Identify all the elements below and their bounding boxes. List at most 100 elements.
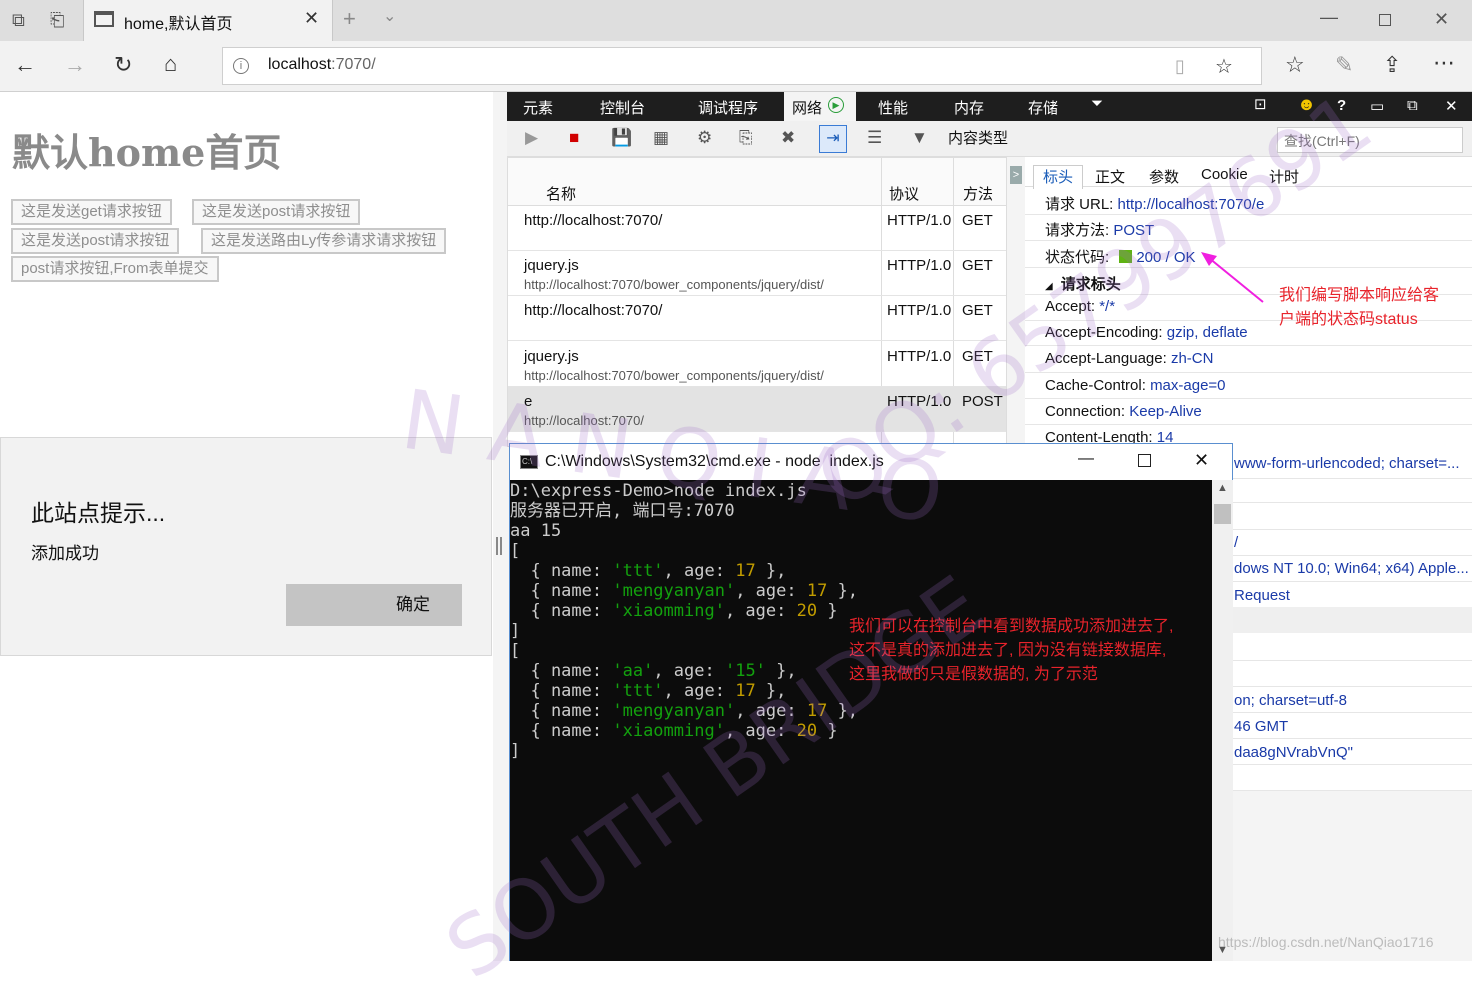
partial-header-value: on; charset=utf-8	[1234, 692, 1347, 709]
refresh-icon[interactable]: ↻	[114, 54, 132, 76]
cmd-maximize-icon[interactable]	[1138, 454, 1151, 467]
tab-storage[interactable]: 存储	[1028, 97, 1058, 118]
play-icon[interactable]: ▶	[525, 129, 538, 146]
console-scrollbar[interactable]: ▲ ▼	[1212, 480, 1233, 961]
stop-record-icon[interactable]: ■	[569, 129, 579, 146]
send-post-button[interactable]: 这是发送post请求按钮	[192, 199, 361, 225]
alert-dialog: 此站点提示... 添加成功 确定	[0, 437, 492, 656]
home-icon[interactable]: ⌂	[164, 53, 177, 75]
forward-icon[interactable]: →	[64, 54, 86, 76]
maximize-icon[interactable]	[1379, 14, 1391, 26]
dialog-ok-button[interactable]: 确定	[286, 584, 462, 626]
divider	[1025, 240, 1472, 241]
browser-tab[interactable]: home,默认首页 ✕	[83, 0, 333, 41]
tab-body[interactable]: 正文	[1095, 166, 1125, 187]
scroll-thumb[interactable]	[1214, 504, 1231, 524]
reading-view-icon[interactable]: ▯	[1175, 56, 1185, 77]
undock-icon[interactable]: ⧉	[1407, 97, 1418, 114]
feedback-smiley-icon[interactable]: ☻	[1297, 94, 1316, 115]
address-bar[interactable]: i localhost:7070/ ▯ ☆	[222, 47, 1262, 85]
set-aside-tabs-icon[interactable]: ⎗	[50, 11, 64, 29]
splitter-handle[interactable]	[496, 537, 502, 555]
dialog-title: 此站点提示...	[31, 500, 166, 526]
col-protocol[interactable]: 协议	[889, 183, 919, 204]
network-recording-icon: ▶	[828, 97, 844, 113]
new-tab-icon[interactable]: +	[343, 8, 356, 30]
console-line: { name: 'xiaomming', age: 20 }	[510, 601, 838, 621]
clear-entries-icon[interactable]: ☰	[867, 129, 882, 146]
list-header: 名称 协议 方法	[508, 158, 1006, 206]
tab-performance[interactable]: 性能	[878, 97, 908, 118]
console-line: { name: 'aa', age: '15' },	[510, 661, 797, 681]
favorite-star-icon[interactable]: ☆	[1215, 54, 1233, 79]
table-row[interactable]: jquery.js http://localhost:7070/bower_com…	[508, 251, 1006, 296]
console-line: { name: 'mengyanyan', age: 17 },	[510, 581, 859, 601]
col-name[interactable]: 名称	[546, 183, 576, 204]
site-info-icon[interactable]: i	[233, 58, 249, 74]
minimize-icon[interactable]: —	[1320, 8, 1338, 26]
import-icon[interactable]: ▦	[653, 129, 669, 146]
page-icon	[94, 11, 114, 27]
console-line: [	[510, 541, 521, 561]
status-line: 状态代码: 200 / OK	[1045, 249, 1196, 266]
tab-params[interactable]: 参数	[1149, 166, 1179, 187]
header-row: Cache-Control: max-age=0	[1045, 377, 1226, 394]
console-line: [	[510, 641, 521, 661]
scroll-up-icon[interactable]: ▲	[1217, 482, 1228, 494]
settings-cog-icon[interactable]: ⚙	[697, 129, 712, 146]
send-get-button[interactable]: 这是发送get请求按钮	[11, 199, 172, 225]
more-menu-icon[interactable]: ⋯	[1433, 52, 1455, 74]
header-row: Connection: Keep-Alive	[1045, 403, 1202, 420]
url-text: localhost:7070/	[268, 56, 376, 73]
status-value: 200 / OK	[1136, 249, 1196, 266]
console-line: ]	[510, 621, 521, 641]
cmd-close-icon[interactable]: ✕	[1194, 450, 1209, 471]
help-icon[interactable]: ?	[1337, 97, 1346, 114]
table-row-selected[interactable]: e http://localhost:7070/HTTP/1.0 POST	[508, 387, 1006, 432]
close-tab-icon[interactable]: ✕	[304, 8, 319, 29]
table-row[interactable]: http://localhost:7070/HTTP/1.0 GET	[508, 296, 1006, 341]
dock-icon[interactable]: ▭	[1370, 97, 1384, 115]
console-annotation-line2: 这不是真的添加进去了, 因为没有链接数据库,	[849, 642, 1167, 659]
tab-memory[interactable]: 内存	[954, 97, 984, 118]
console-line: aa 15	[510, 521, 562, 541]
close-devtools-icon[interactable]: ✕	[1445, 97, 1458, 115]
more-tabs-icon[interactable]: ⏷	[1091, 95, 1103, 112]
tab-network[interactable]: 网络	[792, 97, 822, 118]
cmd-app-icon: C:\	[520, 455, 538, 469]
partial-header-value: /	[1234, 534, 1239, 551]
table-row[interactable]: jquery.js http://localhost:7070/bower_com…	[508, 342, 1006, 387]
clear-cache-icon[interactable]: ✖	[781, 129, 795, 146]
favorites-hub-icon[interactable]: ☆	[1285, 54, 1305, 76]
col-method[interactable]: 方法	[963, 183, 993, 204]
send-route-param-button[interactable]: 这是发送路由Ly传参请求请求按钮	[201, 228, 447, 254]
devtools-search-input[interactable]: 查找(Ctrl+F)	[1277, 127, 1463, 153]
back-icon[interactable]: ←	[14, 54, 36, 76]
clear-session-icon[interactable]: ⎘	[739, 129, 753, 146]
tab-debugger[interactable]: 调试程序	[698, 97, 758, 118]
save-icon[interactable]: 💾	[611, 129, 632, 146]
share-icon[interactable]: ⇪	[1383, 54, 1401, 76]
tab-preview-chevron-icon[interactable]: ⌄	[383, 9, 396, 25]
tab-elements[interactable]: 元素	[523, 97, 553, 118]
request-headers-section[interactable]: ◢ 请求标头	[1045, 273, 1121, 294]
table-row[interactable]: http://localhost:7070/HTTP/1.0 GET	[508, 206, 1006, 251]
pen-notes-icon[interactable]: ✎	[1335, 54, 1353, 76]
watermark-credit: https://blog.csdn.net/NanQiao1716	[1218, 934, 1434, 950]
filter-icon[interactable]: ▼	[911, 129, 928, 146]
tab-list-icon[interactable]: ⧉	[12, 11, 25, 29]
form-submit-button[interactable]: post请求按钮,From表单提交	[11, 256, 219, 282]
panel-collapse-icon[interactable]: >	[1010, 166, 1022, 184]
tab-timing[interactable]: 计时	[1269, 166, 1299, 187]
cmd-minimize-icon[interactable]: —	[1078, 450, 1094, 468]
tab-cookie[interactable]: Cookie	[1201, 166, 1248, 183]
tab-headers[interactable]: 标头	[1033, 165, 1083, 189]
close-window-icon[interactable]: ✕	[1434, 10, 1449, 28]
always-refresh-toggle[interactable]: ⇥	[819, 125, 847, 153]
content-type-label[interactable]: 内容类型	[948, 127, 1008, 148]
network-toolbar: ▶ ■ 💾 ▦ ⚙ ⎘ ✖ ⇥ ☰ ▼ 内容类型 查找(Ctrl+F)	[507, 121, 1472, 157]
console-toggle-icon[interactable]: ⊡	[1254, 95, 1267, 113]
send-post-button-2[interactable]: 这是发送post请求按钮	[11, 228, 180, 254]
partial-header-value: 46 GMT	[1234, 718, 1289, 735]
tab-console[interactable]: 控制台	[600, 97, 645, 118]
